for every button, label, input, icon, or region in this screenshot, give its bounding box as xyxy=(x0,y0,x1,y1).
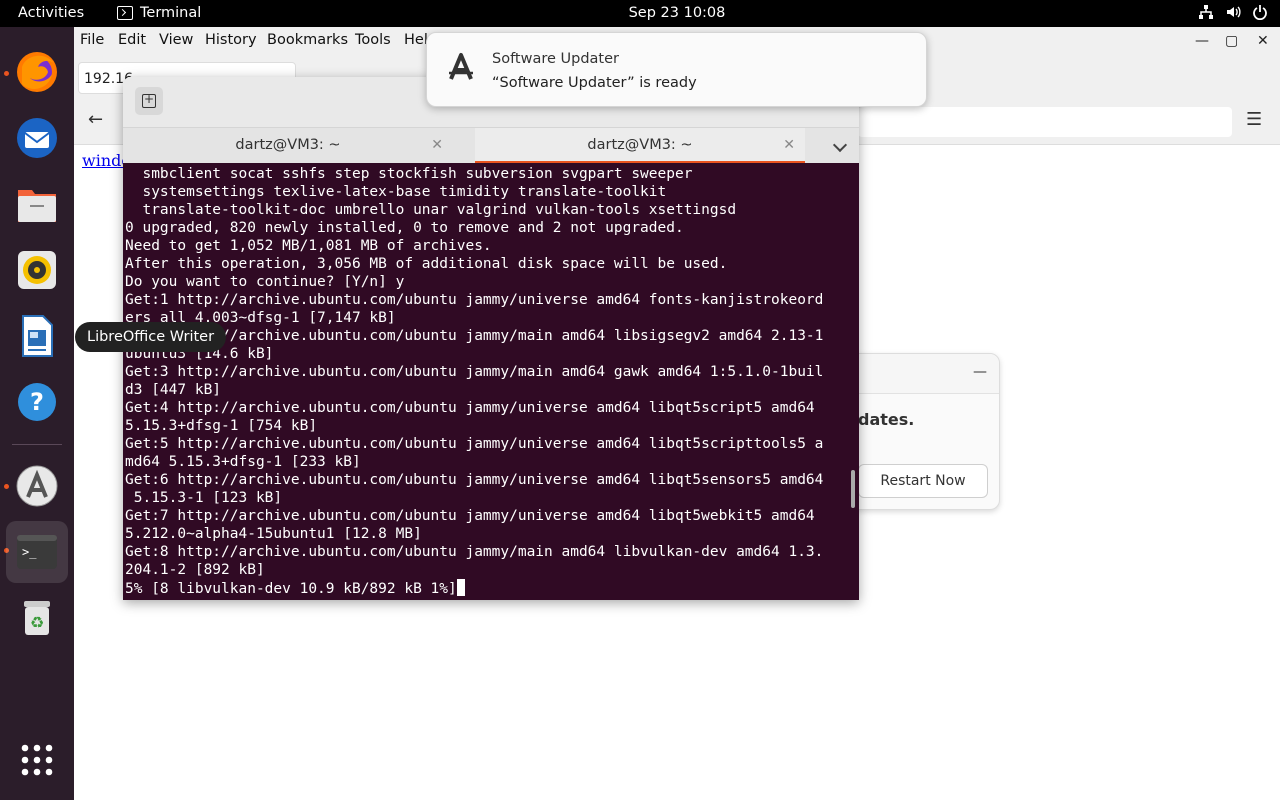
terminal-line: Get:2 http://archive.ubuntu.com/ubuntu j… xyxy=(125,328,824,344)
software-updater-icon xyxy=(445,51,477,83)
terminal-line: 204.1-2 [892 kB] xyxy=(125,562,265,578)
menu-view[interactable]: View xyxy=(159,32,193,48)
new-tab-icon[interactable] xyxy=(135,87,163,115)
terminal-output[interactable]: smbclient socat sshfs step stockfish sub… xyxy=(123,163,859,600)
terminal-tab[interactable]: dartz@VM3: ~ ✕ xyxy=(123,128,453,164)
chevron-down-icon[interactable] xyxy=(832,137,848,153)
terminal-line: 5.212.0~alpha4-15ubuntu1 [12.8 MB] xyxy=(125,526,422,542)
dock-tooltip: LibreOffice Writer xyxy=(75,322,227,352)
maximize-icon[interactable]: ▢ xyxy=(1225,33,1238,49)
notification-body: “Software Updater” is ready xyxy=(492,75,697,91)
terminal-line: 5.15.3+dfsg-1 [754 kB] xyxy=(125,418,318,434)
terminal-tab-active[interactable]: dartz@VM3: ~ ✕ xyxy=(475,128,805,164)
files-icon[interactable] xyxy=(6,173,68,235)
terminal-line: md64 5.15.3+dfsg-1 [233 kB] xyxy=(125,454,361,470)
svg-text:>_: >_ xyxy=(22,545,37,559)
terminal-line: Get:6 http://archive.ubuntu.com/ubuntu j… xyxy=(125,472,824,488)
system-tray[interactable] xyxy=(1198,4,1268,21)
dock: ? >_ ♻ xyxy=(0,27,74,800)
show-apps-icon[interactable] xyxy=(6,729,68,791)
url-bar[interactable] xyxy=(858,107,1232,137)
top-bar: Activities Terminal Sep 23 10:08 xyxy=(0,0,1280,27)
terminal-line: Get:8 http://archive.ubuntu.com/ubuntu j… xyxy=(125,544,824,560)
menu-tools[interactable]: Tools xyxy=(355,32,391,48)
terminal-line: After this operation, 3,056 MB of additi… xyxy=(125,256,728,272)
terminal-icon[interactable]: >_ xyxy=(6,521,68,583)
svg-text:?: ? xyxy=(30,388,44,416)
menu-file[interactable]: File xyxy=(80,32,104,48)
network-icon xyxy=(1198,4,1214,20)
terminal-line: systemsettings texlive-latex-base timidi… xyxy=(125,184,667,200)
terminal-line: 5.15.3-1 [123 kB] xyxy=(125,490,283,506)
terminal-line: 5% [8 libvulkan-dev 10.9 kB/892 kB 1%] xyxy=(125,579,859,597)
notification-title: Software Updater xyxy=(492,51,620,67)
terminal-line: Need to get 1,052 MB/1,081 MB of archive… xyxy=(125,238,492,254)
dock-separator xyxy=(12,444,62,445)
terminal-line: ubuntu3 [14.6 kB] xyxy=(125,346,274,362)
terminal-tabs: dartz@VM3: ~ ✕ dartz@VM3: ~ ✕ xyxy=(123,127,859,164)
minimize-icon[interactable]: — xyxy=(973,364,987,380)
terminal-tab-title: dartz@VM3: ~ xyxy=(235,137,341,153)
terminal-tab-title: dartz@VM3: ~ xyxy=(587,137,693,153)
notification-banner[interactable]: Software Updater “Software Updater” is r… xyxy=(426,32,927,107)
terminal-line: ers all 4.003~dfsg-1 [7,147 kB] xyxy=(125,310,396,326)
svg-text:♻: ♻ xyxy=(30,613,44,632)
trash-icon[interactable]: ♻ xyxy=(6,587,68,649)
firefox-icon[interactable] xyxy=(6,41,68,103)
terminal-line: Get:3 http://archive.ubuntu.com/ubuntu j… xyxy=(125,364,824,380)
terminal-window: dartz@VM3: ~ ✕ dartz@VM3: ~ ✕ smbclient … xyxy=(123,77,859,600)
terminal-line: d3 [447 kB] xyxy=(125,382,222,398)
libreoffice-writer-icon[interactable] xyxy=(6,305,68,367)
restart-now-button[interactable]: Restart Now xyxy=(858,464,988,498)
terminal-line: Get:5 http://archive.ubuntu.com/ubuntu j… xyxy=(125,436,824,452)
hamburger-menu-icon[interactable]: ☰ xyxy=(1246,109,1262,130)
updater-message: dates. xyxy=(858,410,915,429)
menu-edit[interactable]: Edit xyxy=(118,32,146,48)
menu-history[interactable]: History xyxy=(205,32,257,48)
close-tab-icon[interactable]: ✕ xyxy=(431,128,443,162)
rhythmbox-icon[interactable] xyxy=(6,239,68,301)
terminal-line: Get:1 http://archive.ubuntu.com/ubuntu j… xyxy=(125,292,824,308)
terminal-line: smbclient socat sshfs step stockfish sub… xyxy=(125,166,693,182)
close-icon[interactable]: ✕ xyxy=(1257,33,1269,49)
clock[interactable]: Sep 23 10:08 xyxy=(0,5,1280,21)
terminal-line: 0 upgraded, 820 newly installed, 0 to re… xyxy=(125,220,684,236)
terminal-line: translate-toolkit-doc umbrello unar valg… xyxy=(125,202,737,218)
scrollbar[interactable] xyxy=(851,470,855,508)
minimize-icon[interactable]: — xyxy=(1195,33,1209,49)
help-icon[interactable]: ? xyxy=(6,371,68,433)
terminal-line: Get:4 http://archive.ubuntu.com/ubuntu j… xyxy=(125,400,815,416)
software-updater-icon[interactable] xyxy=(6,455,68,517)
terminal-line: Get:7 http://archive.ubuntu.com/ubuntu j… xyxy=(125,508,815,524)
volume-icon xyxy=(1225,4,1241,20)
back-arrow-icon[interactable]: ← xyxy=(88,109,103,130)
close-tab-icon[interactable]: ✕ xyxy=(783,128,795,162)
text-cursor xyxy=(456,579,465,596)
power-icon xyxy=(1252,4,1268,21)
menu-bookmarks[interactable]: Bookmarks xyxy=(267,32,348,48)
terminal-line: Do you want to continue? [Y/n] y xyxy=(125,274,405,290)
thunderbird-icon[interactable] xyxy=(6,107,68,169)
